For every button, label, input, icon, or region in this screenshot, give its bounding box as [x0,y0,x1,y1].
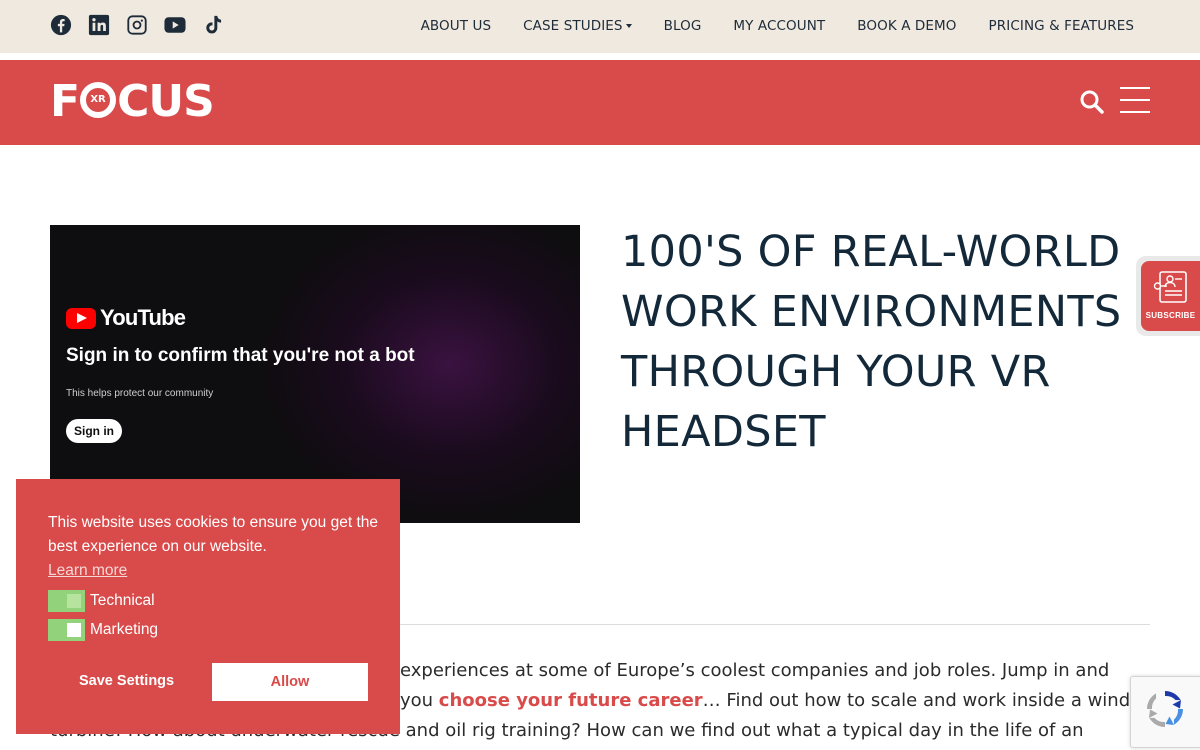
search-icon[interactable] [1079,89,1105,115]
cookie-option-marketing[interactable]: Marketing [48,619,158,641]
save-settings-button[interactable]: Save Settings [64,662,188,700]
choose-your-future-career-link[interactable]: choose your future career [439,690,703,711]
marketing-label: Marketing [90,621,159,638]
subscribe-button[interactable]: SUBSCRIBE [1141,261,1200,331]
social-links [50,14,224,36]
nav-case-studies-label: CASE STUDIES [523,18,623,34]
logo-letter-f: F [50,76,80,127]
nav-blog[interactable]: BLOG [664,18,702,34]
intro-line-2-end: … Find out how to scale and work inside … [702,690,1131,711]
technical-toggle[interactable] [48,590,85,612]
recaptcha-badge[interactable] [1130,676,1200,748]
linkedin-icon[interactable] [88,14,110,36]
youtube-play-icon [66,307,96,329]
nav-my-account[interactable]: MY ACCOUNT [733,18,825,34]
hamburger-menu-icon[interactable] [1120,87,1150,113]
facebook-icon[interactable] [50,14,72,36]
logo-wordmark: F XR CUS [50,80,215,124]
cookie-message: This website uses cookies to ensure you … [48,514,378,555]
cookie-consent-popup: This website uses cookies to ensure you … [16,479,400,734]
cookie-learn-more-link[interactable]: Learn more [48,559,127,583]
subscribe-tab[interactable]: SUBSCRIBE [1136,256,1200,336]
allow-cookies-button[interactable]: Allow [212,663,368,701]
nav-about-us[interactable]: ABOUT US [421,18,492,34]
logo-o-badge: XR [80,82,117,118]
top-bar: ABOUT US CASE STUDIES BLOG MY ACCOUNT BO… [0,0,1200,53]
site-header: F XR CUS [0,60,1200,145]
tiktok-icon[interactable] [202,14,224,36]
technical-label: Technical [90,592,155,609]
nav-case-studies[interactable]: CASE STUDIES [523,18,632,34]
header-spacer [0,53,1200,60]
video-signin-button[interactable]: Sign in [66,419,122,443]
toggle-knob [67,623,81,637]
recaptcha-icon [1147,691,1183,727]
page-title: 100'S OF REAL-WORLD WORK ENVIRONMENTS TH… [621,227,1122,457]
nav-book-a-demo[interactable]: BOOK A DEMO [857,18,956,34]
toggle-knob [67,594,81,608]
nav-pricing-features[interactable]: PRICING & FEATURES [989,18,1134,34]
marketing-toggle[interactable] [48,619,85,641]
instagram-icon[interactable] [126,14,148,36]
video-signin-subtitle: This helps protect our community [66,388,214,399]
logo-badge-text: XR [90,94,106,105]
youtube-logo: YouTube [66,305,186,331]
top-navigation: ABOUT US CASE STUDIES BLOG MY ACCOUNT BO… [421,18,1134,34]
video-signin-title: Sign in to confirm that you're not a bot [66,345,415,366]
chevron-down-icon [625,24,632,28]
newsletter-icon [1153,271,1187,303]
youtube-icon[interactable] [164,14,186,36]
logo-letters-cus: CUS [117,76,215,127]
focus-xr-logo[interactable]: F XR CUS [50,80,215,124]
youtube-wordmark: YouTube [100,305,186,330]
cookie-option-technical[interactable]: Technical [48,590,155,612]
subscribe-label: SUBSCRIBE [1145,311,1196,320]
